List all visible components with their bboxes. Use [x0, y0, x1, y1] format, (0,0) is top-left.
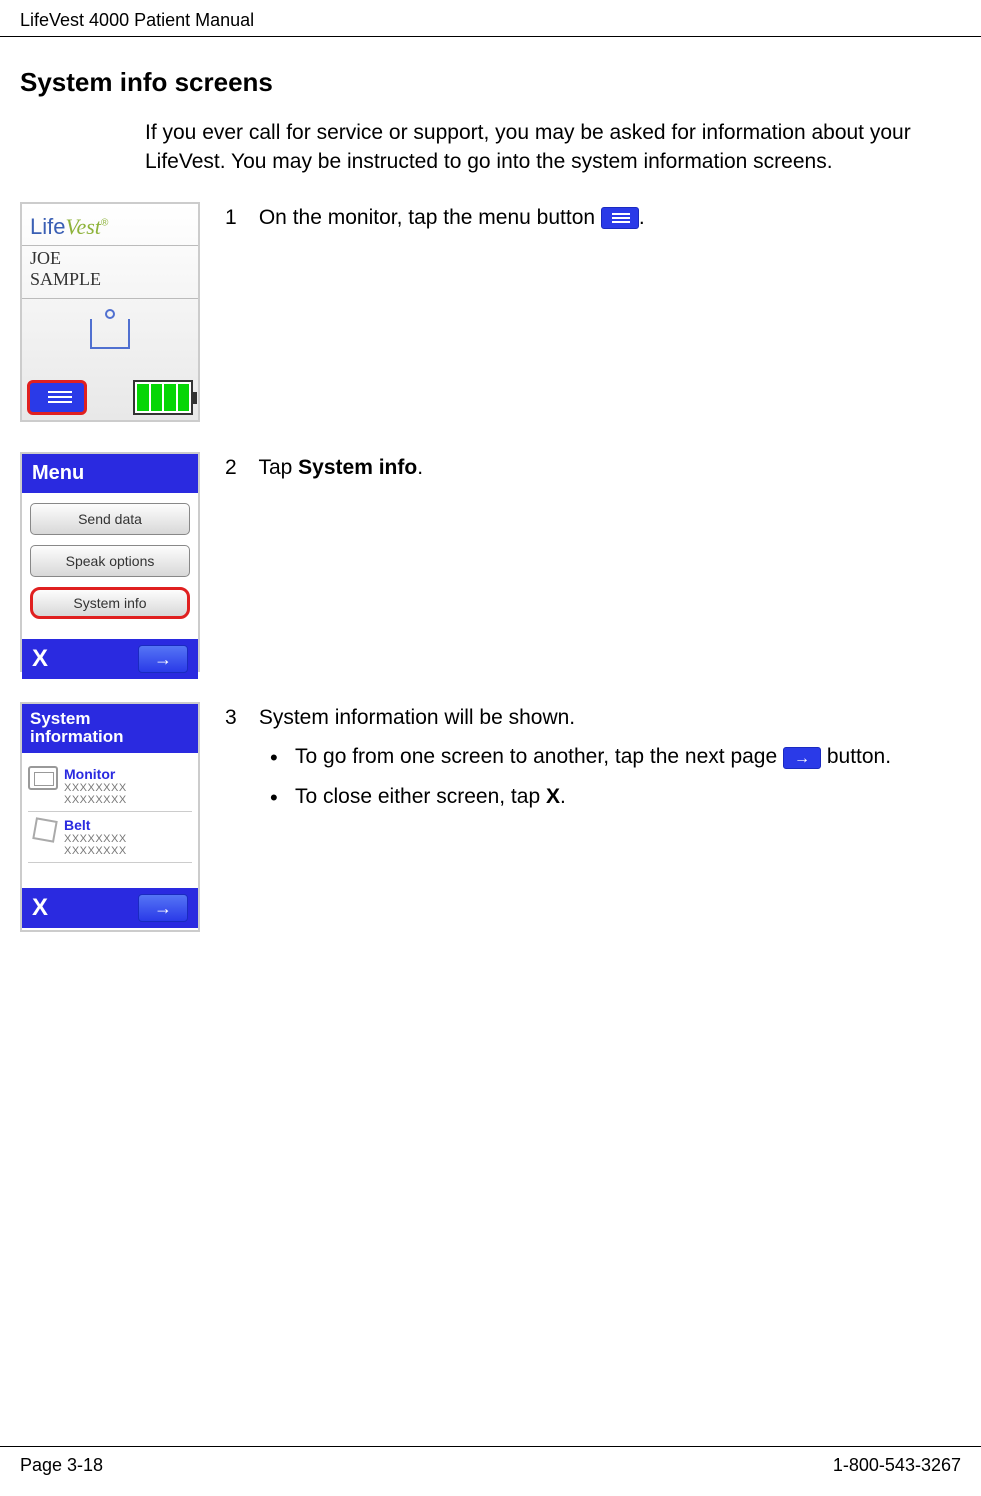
menu-option-system-info-highlighted: System info [30, 587, 190, 619]
shirt-icon [80, 309, 140, 354]
sysinfo-header: System information [22, 704, 198, 753]
device-screenshot-menu: Menu Send data Speak options System info… [20, 452, 200, 672]
body-diagram [22, 299, 198, 389]
monitor-icon [28, 766, 58, 790]
content-area: System info screens If you ever call for… [0, 37, 981, 932]
arrow-right-icon: → [783, 747, 821, 769]
step-1: LifeVest® JOE SAMPLE 1 On the monit [20, 202, 961, 422]
step-3-text: 3 System information will be shown. To g… [225, 702, 961, 821]
step-1-text: 1 On the monitor, tap the menu button . [225, 202, 961, 234]
info-row-belt: Belt XXXXXXXX XXXXXXXX [28, 812, 192, 863]
intro-text: If you ever call for service or support,… [145, 118, 931, 177]
page-header: LifeVest 4000 Patient Manual [0, 0, 981, 37]
close-icon: X [32, 645, 48, 673]
section-title: System info screens [20, 67, 961, 98]
belt-icon [28, 817, 58, 845]
menu-option-send-data: Send data [30, 503, 190, 535]
step-3: System information Monitor XXXXXXXX XXXX… [20, 702, 961, 932]
step-2-text: 2 Tap System info. [225, 452, 961, 484]
step-2: Menu Send data Speak options System info… [20, 452, 961, 672]
patient-name: JOE SAMPLE [22, 245, 198, 299]
phone-number: 1-800-543-3267 [833, 1455, 961, 1476]
hamburger-icon [601, 207, 639, 229]
close-icon: X [32, 894, 48, 922]
page-number: Page 3-18 [20, 1455, 103, 1476]
device-logo: LifeVest® [22, 204, 198, 245]
battery-icon [133, 380, 193, 415]
device-screenshot-home: LifeVest® JOE SAMPLE [20, 202, 200, 422]
bullet-close: To close either screen, tap X. [270, 781, 961, 813]
page-footer: Page 3-18 1-800-543-3267 [0, 1446, 981, 1476]
next-arrow-icon: → [138, 645, 188, 673]
menu-header: Menu [22, 454, 198, 493]
bullet-next-page: To go from one screen to another, tap th… [270, 741, 961, 773]
menu-option-speak-options: Speak options [30, 545, 190, 577]
device-screenshot-sysinfo: System information Monitor XXXXXXXX XXXX… [20, 702, 200, 932]
next-arrow-icon: → [138, 894, 188, 922]
menu-button-highlighted [27, 380, 87, 415]
info-row-monitor: Monitor XXXXXXXX XXXXXXXX [28, 761, 192, 812]
document-title: LifeVest 4000 Patient Manual [20, 10, 254, 30]
